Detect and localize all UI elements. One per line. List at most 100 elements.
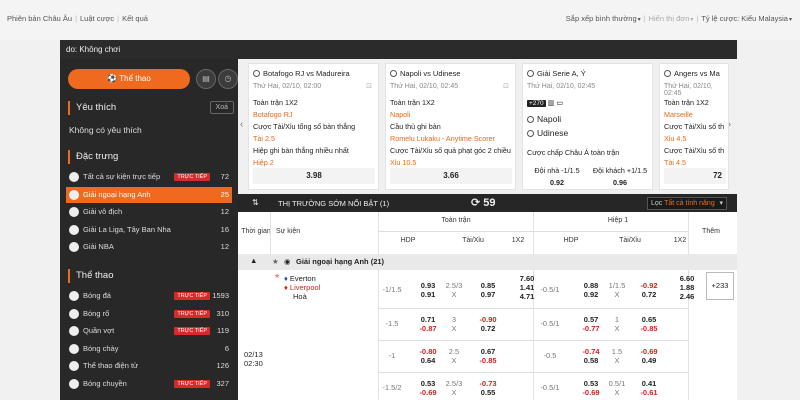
col-more: Thêm (702, 228, 720, 235)
odds-cell[interactable]: X (600, 388, 634, 397)
odds-cell[interactable]: 0.65 (632, 315, 666, 324)
bet-slip-button[interactable]: ▤ (196, 69, 216, 89)
sidebar-item[interactable]: Giải ngoại hạng Anh 25 (66, 186, 232, 203)
rules-link[interactable]: Luật cược (80, 14, 114, 23)
odds-cell[interactable]: -0.85 (471, 356, 505, 365)
odds-cell[interactable]: 0.72 (471, 324, 505, 333)
odds-cell[interactable]: 0.41 (632, 379, 666, 388)
odds-cell[interactable]: X (600, 356, 634, 365)
odds-cell[interactable]: X (437, 356, 471, 365)
odds-cell[interactable]: 1/1.5 (600, 281, 634, 290)
odds-cell[interactable]: 2.5/3 (437, 281, 471, 290)
feature-filter-select[interactable]: Lọc Tất cả tính năng ▾ (647, 197, 727, 210)
odds-cell[interactable]: -0.5 (533, 351, 567, 360)
star-icon[interactable]: ★ (274, 272, 280, 280)
card-price[interactable]: 3.66 (390, 168, 512, 184)
odds-cell[interactable]: 0.85 (471, 281, 505, 290)
odds-cell[interactable]: -0.69 (632, 347, 666, 356)
odds-cell[interactable]: 2.5/3 (437, 379, 471, 388)
odds-cell[interactable]: -0.92 (632, 281, 666, 290)
results-link[interactable]: Kết quả (122, 14, 148, 23)
pin-icon[interactable]: ⊡ (503, 82, 509, 90)
away-price[interactable]: 0.96 (589, 178, 651, 187)
odds-cell[interactable]: 2.46 (670, 292, 704, 301)
odds-cell[interactable]: 3 (437, 315, 471, 324)
odds-cell[interactable]: X (600, 324, 634, 333)
sports-tab-button[interactable]: ⚽ Thể thao (68, 69, 190, 89)
display-dropdown[interactable]: Hiển thị đơn▾ (649, 14, 694, 23)
odds-cell[interactable]: 6.60 (670, 274, 704, 283)
sort-dropdown[interactable]: Sắp xếp bình thường▾ (566, 14, 641, 23)
promo-card[interactable]: Napoli vs Udinese Thứ Hai, 02/10, 02:45 … (385, 63, 516, 190)
sidebar-item[interactable]: Giải La Liga, Tây Ban Nha 16 (66, 222, 232, 238)
sidebar-item[interactable]: Tất cả sự kiện trực tiếp TRỰC TIẾP 72 (66, 169, 232, 185)
odds-type-dropdown[interactable]: Tỷ lệ cược: Kiểu Malaysia▾ (701, 14, 792, 23)
match-teams[interactable]: ♦ Everton ♦ Liverpool Hoà (284, 274, 320, 301)
home-price[interactable]: 0.92 (527, 178, 587, 187)
more-markets-button[interactable]: +233 (706, 272, 734, 300)
sidebar-item[interactable]: Thể thao điện tử 126 (66, 358, 232, 374)
odds-cell[interactable]: 7.60 (510, 274, 544, 283)
card-time: Thứ Hai, 02/10, 02:45 (664, 83, 713, 97)
odds-cell[interactable]: -0.5/1 (533, 383, 567, 392)
odds-cell[interactable]: 1 (600, 315, 634, 324)
sidebar-item[interactable]: Quần vợt TRỰC TIẾP 119 (66, 323, 232, 339)
odds-table: Thời gian Sự kiện Toàn trận Hiệp 1 Thêm … (238, 212, 737, 400)
card-price[interactable]: 3.98 (253, 168, 375, 184)
odds-cell[interactable]: -0.73 (471, 379, 505, 388)
star-icon[interactable]: ★ (272, 257, 279, 266)
refresh-countdown[interactable]: ⟳ 59 (471, 196, 496, 209)
odds-cell[interactable]: 0.49 (632, 356, 666, 365)
sidebar-item[interactable]: Bóng chày 6 (66, 341, 232, 357)
odds-cell[interactable]: -1.5/2 (375, 383, 409, 392)
odds-cell[interactable]: 1.88 (670, 283, 704, 292)
odds-cell[interactable]: -1 (375, 351, 409, 360)
card-title: Napoli vs Udinese (400, 69, 461, 78)
markets-count-badge[interactable]: +270 (527, 100, 546, 107)
carousel-prev-icon[interactable]: ‹ (240, 119, 243, 130)
card-line: Xỉu 4.5 (664, 134, 687, 143)
sidebar-item-count: 6 (224, 343, 229, 353)
league-row[interactable]: ▲ ★ ◉ Giải ngoại hạng Anh (21) (238, 254, 737, 270)
england-flag-icon: ◉ (284, 257, 291, 266)
odds-cell[interactable]: 0.55 (471, 388, 505, 397)
sort-updown-icon[interactable]: ⇅ (252, 198, 259, 207)
odds-cell[interactable]: -0.90 (471, 315, 505, 324)
pin-icon[interactable]: ⊡ (366, 82, 372, 90)
odds-cell[interactable]: -0.85 (632, 324, 666, 333)
match-card[interactable]: Giải Serie A, Ý Thứ Hai, 02/10, 02:45 +2… (522, 63, 653, 190)
tv-icon[interactable]: ▭ (556, 98, 563, 107)
sidebar-item-count: 310 (216, 308, 229, 318)
promo-card[interactable]: Angers vs Ma Thứ Hai, 02/10, 02:45 Toàn … (659, 63, 729, 190)
sidebar-item[interactable]: Giải NBA 12 (66, 239, 232, 255)
odds-cell[interactable]: -1/1.5 (375, 285, 409, 294)
stats-icon[interactable]: ▥ (548, 98, 555, 107)
history-button[interactable]: ◷ (218, 69, 238, 89)
odds-cell[interactable]: 0.97 (471, 290, 505, 299)
odds-cell[interactable]: X (600, 290, 634, 299)
odds-cell[interactable]: 1.5 (600, 347, 634, 356)
sidebar-item[interactable]: Bóng rổ TRỰC TIẾP 310 (66, 306, 232, 322)
sidebar-item[interactable]: Bóng chuyền TRỰC TIẾP 327 (66, 376, 232, 392)
odds-cell[interactable]: -1.5 (375, 319, 409, 328)
sidebar-item[interactable]: Giải vô địch 12 (66, 204, 232, 220)
clear-favorites-button[interactable]: Xoá (209, 101, 234, 114)
odds-cell[interactable]: 0.67 (471, 347, 505, 356)
odds-cell[interactable]: X (437, 290, 471, 299)
sidebar-item-count: 72 (220, 172, 229, 181)
refresh-icon: ⟳ (471, 197, 484, 209)
sidebar-item[interactable]: Bóng đá TRỰC TIẾP 1593 (66, 288, 232, 304)
odds-cell[interactable]: 2.5 (437, 347, 471, 356)
collapse-icon[interactable]: ▲ (250, 256, 257, 265)
odds-cell[interactable]: X (437, 324, 471, 333)
odds-cell[interactable]: -0.61 (632, 388, 666, 397)
odds-cell[interactable]: 0.5/1 (600, 379, 634, 388)
europe-version-link[interactable]: Phiên bản Châu Âu (7, 14, 72, 23)
odds-cell[interactable]: 0.72 (632, 290, 666, 299)
odds-cell[interactable]: -0.5/1 (533, 285, 567, 294)
odds-cell[interactable]: -0.5/1 (533, 319, 567, 328)
promo-card[interactable]: Botafogo RJ vs Madureira Thứ Hai, 02/10,… (248, 63, 379, 190)
odds-cell[interactable]: X (437, 388, 471, 397)
top-bar: Phiên bản Châu Âu | Luật cược | Kết quả Sắp … (0, 0, 800, 40)
card-price[interactable]: 72 (664, 168, 726, 184)
